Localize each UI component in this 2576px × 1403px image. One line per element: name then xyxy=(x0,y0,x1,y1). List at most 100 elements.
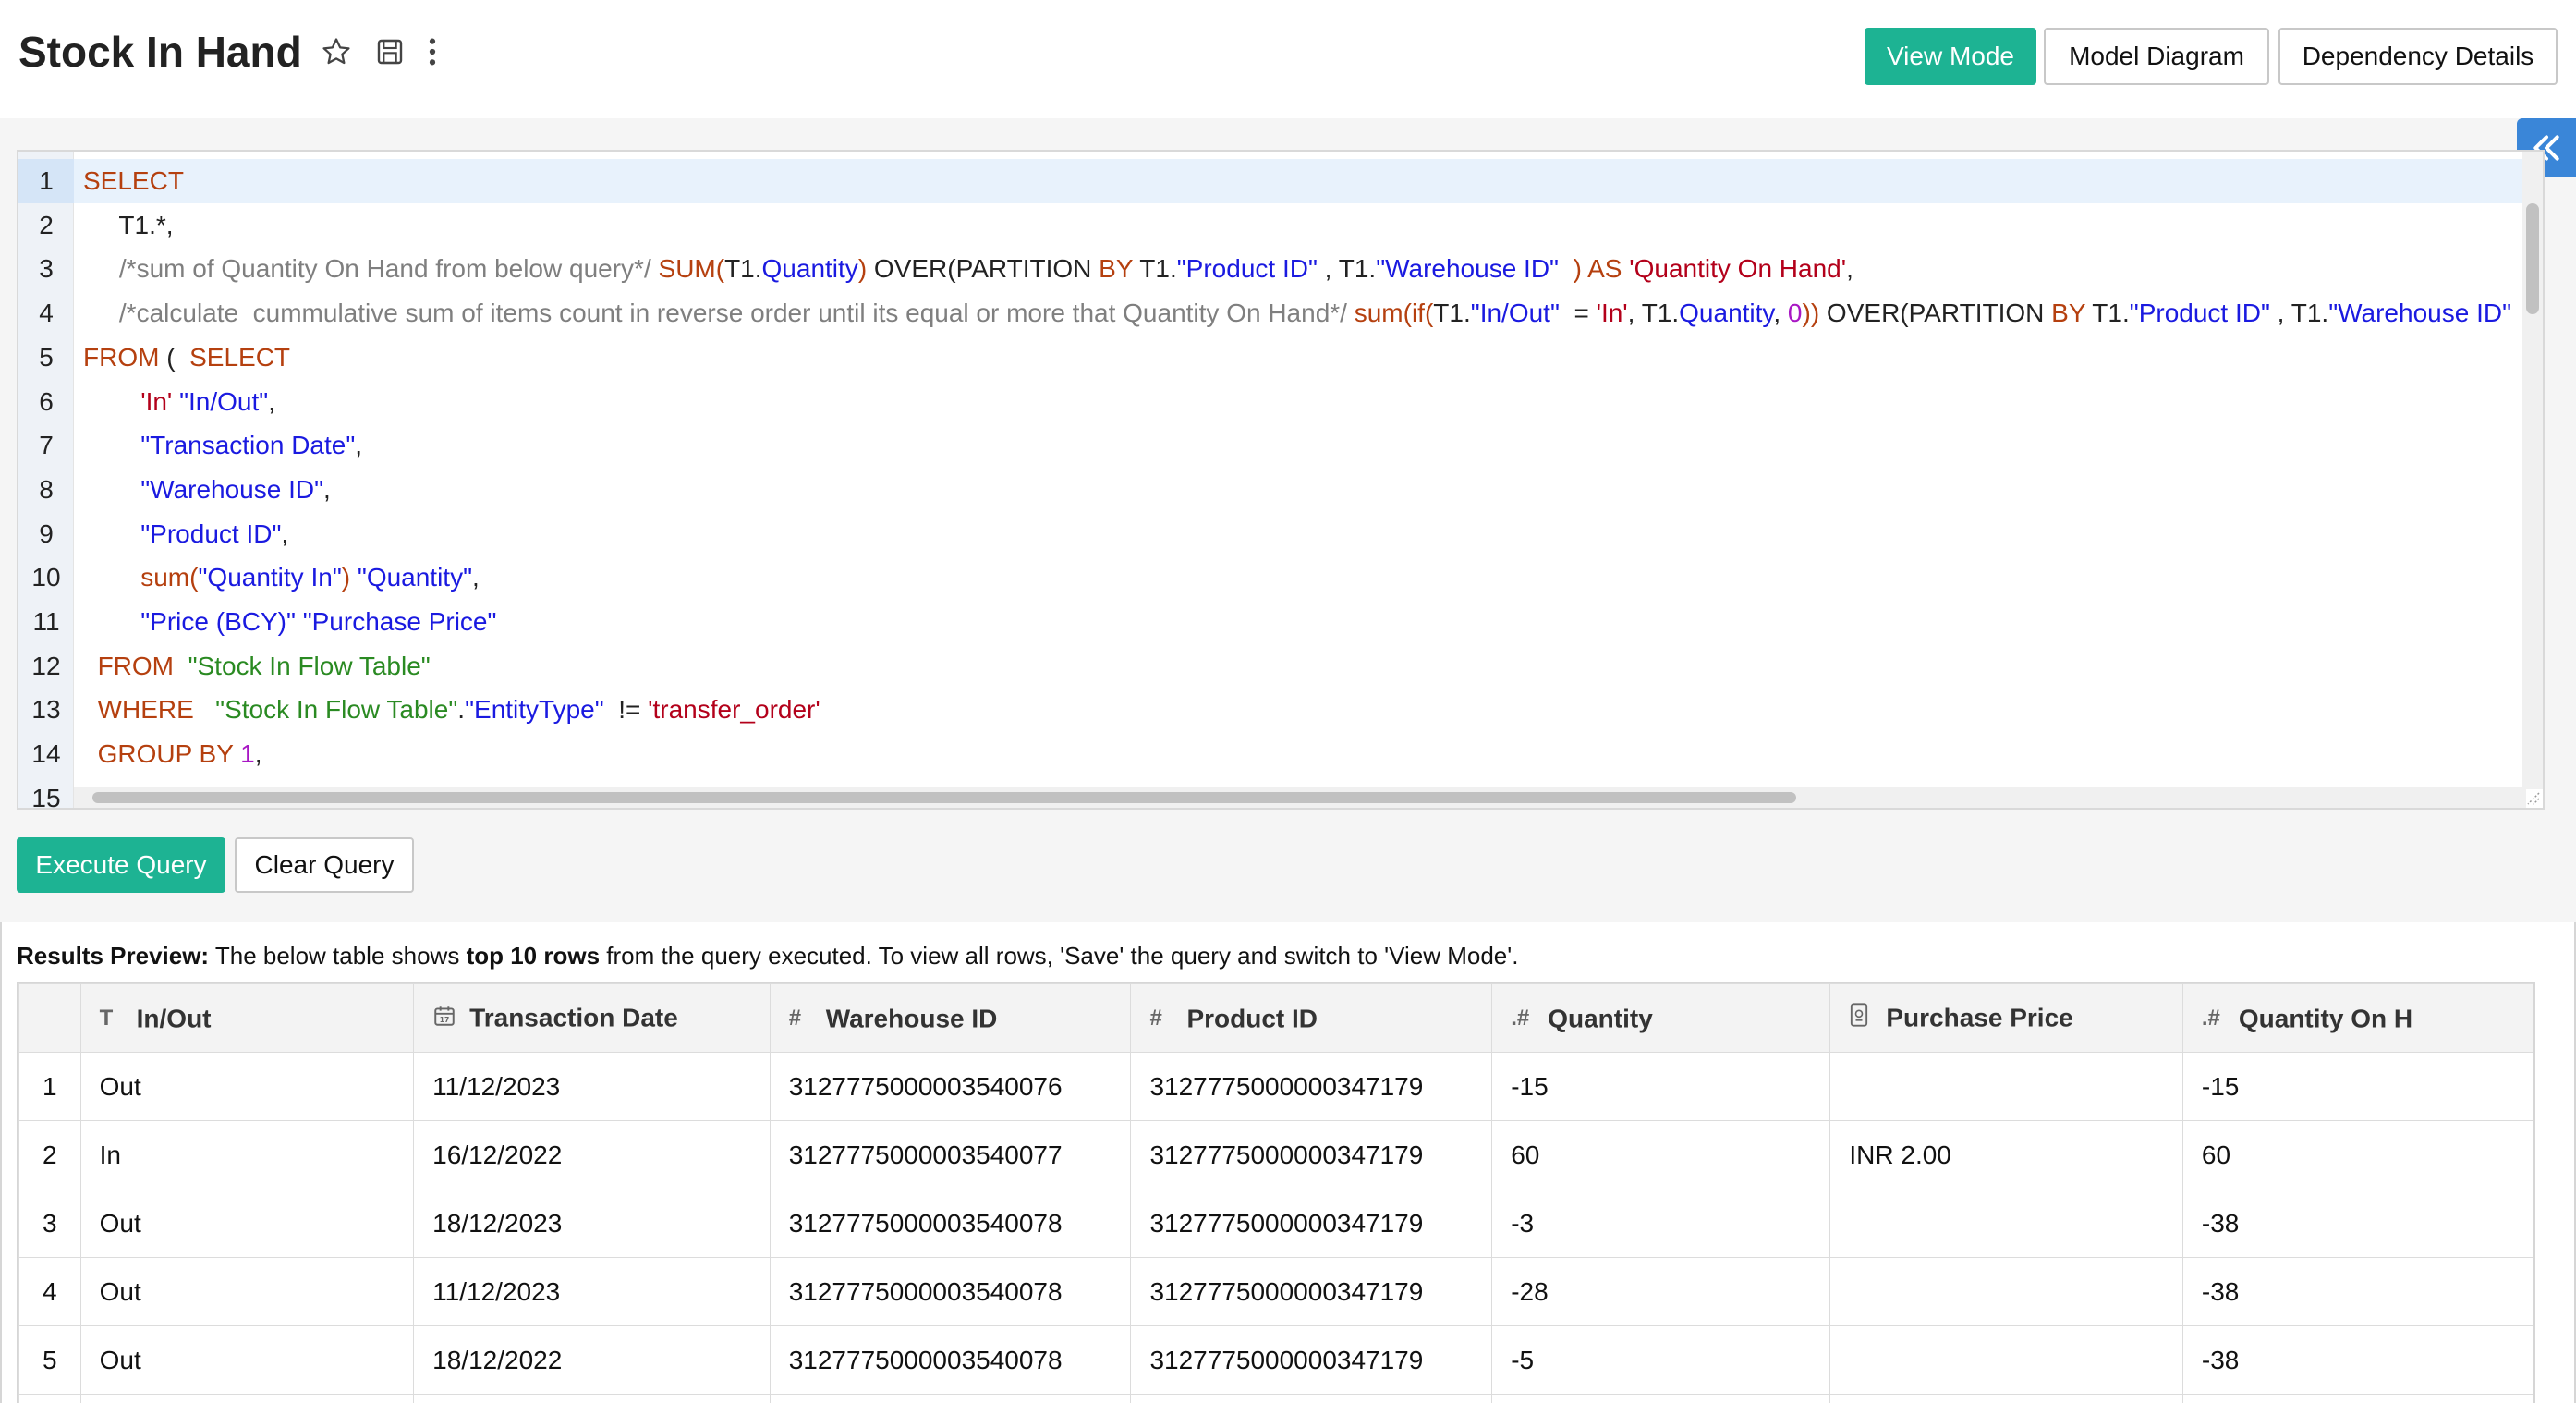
table-cell xyxy=(2181,1394,2533,1403)
line-number: 11 xyxy=(32,607,60,636)
vertical-scrollbar[interactable] xyxy=(2522,152,2543,789)
code-line-13: WHERE "Stock In Flow Table"."EntityType"… xyxy=(97,695,820,725)
table-cell: 3127775000000347179 xyxy=(1130,1257,1493,1326)
table-cell: 3127775000003540078 xyxy=(769,1189,1132,1258)
table-cell: INR 2.00 xyxy=(1829,1120,2183,1190)
table-row[interactable]: 1 Out 11/12/2023 3127775000003540076 3127775… xyxy=(18,1052,2533,1121)
clear-query-button[interactable]: Clear Query xyxy=(235,837,414,893)
table-cell: 3127775000003540077 xyxy=(769,1120,1132,1190)
table-cell: 3127775000003540076 xyxy=(769,1052,1132,1121)
table-cell: 3127775000000347179 xyxy=(1130,1325,1493,1395)
more-vertical-icon[interactable] xyxy=(414,33,451,70)
row-number: 5 xyxy=(18,1325,81,1395)
execute-query-button[interactable]: Execute Query xyxy=(17,837,225,893)
star-icon[interactable] xyxy=(318,33,355,70)
table-cell: -28 xyxy=(1491,1257,1831,1326)
table-row[interactable]: 4 Out 11/12/2023 3127775000003540078 3127775… xyxy=(18,1257,2533,1326)
table-cell: -38 xyxy=(2181,1325,2533,1395)
code-line-8: "Warehouse ID", xyxy=(140,474,331,504)
column-header-label: Quantity xyxy=(1548,1004,1653,1033)
line-number: 4 xyxy=(39,299,54,328)
currency-icon xyxy=(1849,1002,1886,1034)
code-line-12: FROM "Stock In Flow Table" xyxy=(97,651,431,680)
table-cell xyxy=(18,1394,81,1403)
code-line-6: 'In' "In/Out", xyxy=(140,386,275,416)
text-type-icon: T xyxy=(99,1006,114,1031)
table-cell: -38 xyxy=(2181,1189,2533,1258)
table-cell: 60 xyxy=(2181,1120,2533,1190)
line-number: 8 xyxy=(39,474,54,504)
row-number: 4 xyxy=(18,1257,81,1326)
horizontal-scrollbar[interactable] xyxy=(74,787,2526,808)
table-cell: 11/12/2023 xyxy=(413,1052,771,1121)
table-row[interactable] xyxy=(18,1394,2533,1403)
dependency-details-button[interactable]: Dependency Details xyxy=(2278,28,2558,85)
results-preview-label: Results Preview: xyxy=(17,942,210,970)
number-type-icon: .# xyxy=(2201,1006,2220,1031)
line-number: 15 xyxy=(31,783,61,810)
code-line-1: SELECT xyxy=(83,166,184,195)
column-header-label: In/Out xyxy=(136,1004,212,1033)
code-line-10: sum("Quantity In") "Quantity", xyxy=(140,563,480,592)
calendar-icon: 17 xyxy=(432,1004,469,1034)
table-cell xyxy=(1829,1394,2183,1403)
table-cell xyxy=(1829,1189,2183,1258)
column-header[interactable]: .# Quantity On H xyxy=(2181,983,2533,1053)
row-number: 1 xyxy=(18,1052,81,1121)
svg-text:17: 17 xyxy=(440,1016,450,1024)
vertical-scroll-thumb[interactable] xyxy=(2526,203,2539,314)
code-line-5: FROM ( SELECT xyxy=(83,342,291,372)
number-type-icon: .# xyxy=(1511,1006,1530,1031)
save-icon[interactable] xyxy=(371,33,408,70)
view-mode-button[interactable]: View Mode xyxy=(1865,28,2036,85)
code-line-9: "Product ID", xyxy=(140,518,289,548)
table-cell xyxy=(1829,1052,2183,1121)
model-diagram-button[interactable]: Model Diagram xyxy=(2044,28,2269,85)
code-line-3: /*sum of Quantity On Hand from below que… xyxy=(118,254,1853,284)
line-number: 6 xyxy=(39,386,54,416)
column-header[interactable]: 17 Transaction Date xyxy=(413,983,771,1053)
column-header[interactable]: # Product ID xyxy=(1130,983,1493,1053)
table-cell: 18/12/2022 xyxy=(413,1325,771,1395)
table-cell: 60 xyxy=(1491,1120,1831,1190)
table-cell: 3127775000003540078 xyxy=(769,1257,1132,1326)
table-cell xyxy=(1829,1325,2183,1395)
table-row[interactable]: 5 Out 18/12/2022 3127775000003540078 3127775… xyxy=(18,1325,2533,1395)
code-line-4: /*calculate cummulative sum of items cou… xyxy=(118,299,2543,328)
table-cell: Out xyxy=(79,1052,415,1121)
table-cell: Out xyxy=(79,1257,415,1326)
page-title: Stock In Hand xyxy=(18,28,302,76)
table-cell xyxy=(413,1394,771,1403)
resize-handle-icon[interactable] xyxy=(2522,787,2541,806)
sql-editor[interactable]: 1 2 3 4 5 6 7 8 9 10 11 12 13 14 15 SELECT T1.*, /*sum… xyxy=(17,150,2545,810)
table-cell: -3 xyxy=(1491,1189,1831,1258)
table-cell: 3127775000000347179 xyxy=(1130,1052,1493,1121)
table-cell xyxy=(1491,1394,1831,1403)
table-row[interactable]: 3 Out 18/12/2023 3127775000003540078 3127775… xyxy=(18,1189,2533,1258)
code-line-7: "Transaction Date", xyxy=(140,431,363,460)
code-line-14: GROUP BY 1, xyxy=(97,739,262,769)
line-number: 12 xyxy=(31,651,61,680)
column-header[interactable]: T In/Out xyxy=(79,983,415,1053)
row-number: 2 xyxy=(18,1120,81,1190)
table-cell: -15 xyxy=(2181,1052,2533,1121)
column-header[interactable]: # Warehouse ID xyxy=(769,983,1132,1053)
table-cell xyxy=(1130,1394,1493,1403)
column-header[interactable]: Purchase Price xyxy=(1829,983,2183,1053)
table-row[interactable]: 2 In 16/12/2022 3127775000003540077 31277750… xyxy=(18,1120,2533,1190)
line-number: 10 xyxy=(31,563,61,592)
number-type-icon: # xyxy=(788,1006,802,1031)
horizontal-scroll-thumb[interactable] xyxy=(92,792,1796,803)
table-cell: 3127775000000347179 xyxy=(1130,1120,1493,1190)
column-header[interactable]: .# Quantity xyxy=(1491,983,1831,1053)
table-cell: Out xyxy=(79,1189,415,1258)
table-cell: 16/12/2022 xyxy=(413,1120,771,1190)
code-line-2: T1.*, xyxy=(83,210,174,239)
table-cell: -5 xyxy=(1491,1325,1831,1395)
table-cell: 3127775000003540078 xyxy=(769,1325,1132,1395)
table-cell xyxy=(79,1394,415,1403)
table-cell: Out xyxy=(79,1325,415,1395)
line-number: 13 xyxy=(31,695,61,725)
table-cell: 3127775000000347179 xyxy=(1130,1189,1493,1258)
results-grid: T In/Out 17 Transaction Date # Warehouse ID # P… xyxy=(18,983,2533,1403)
